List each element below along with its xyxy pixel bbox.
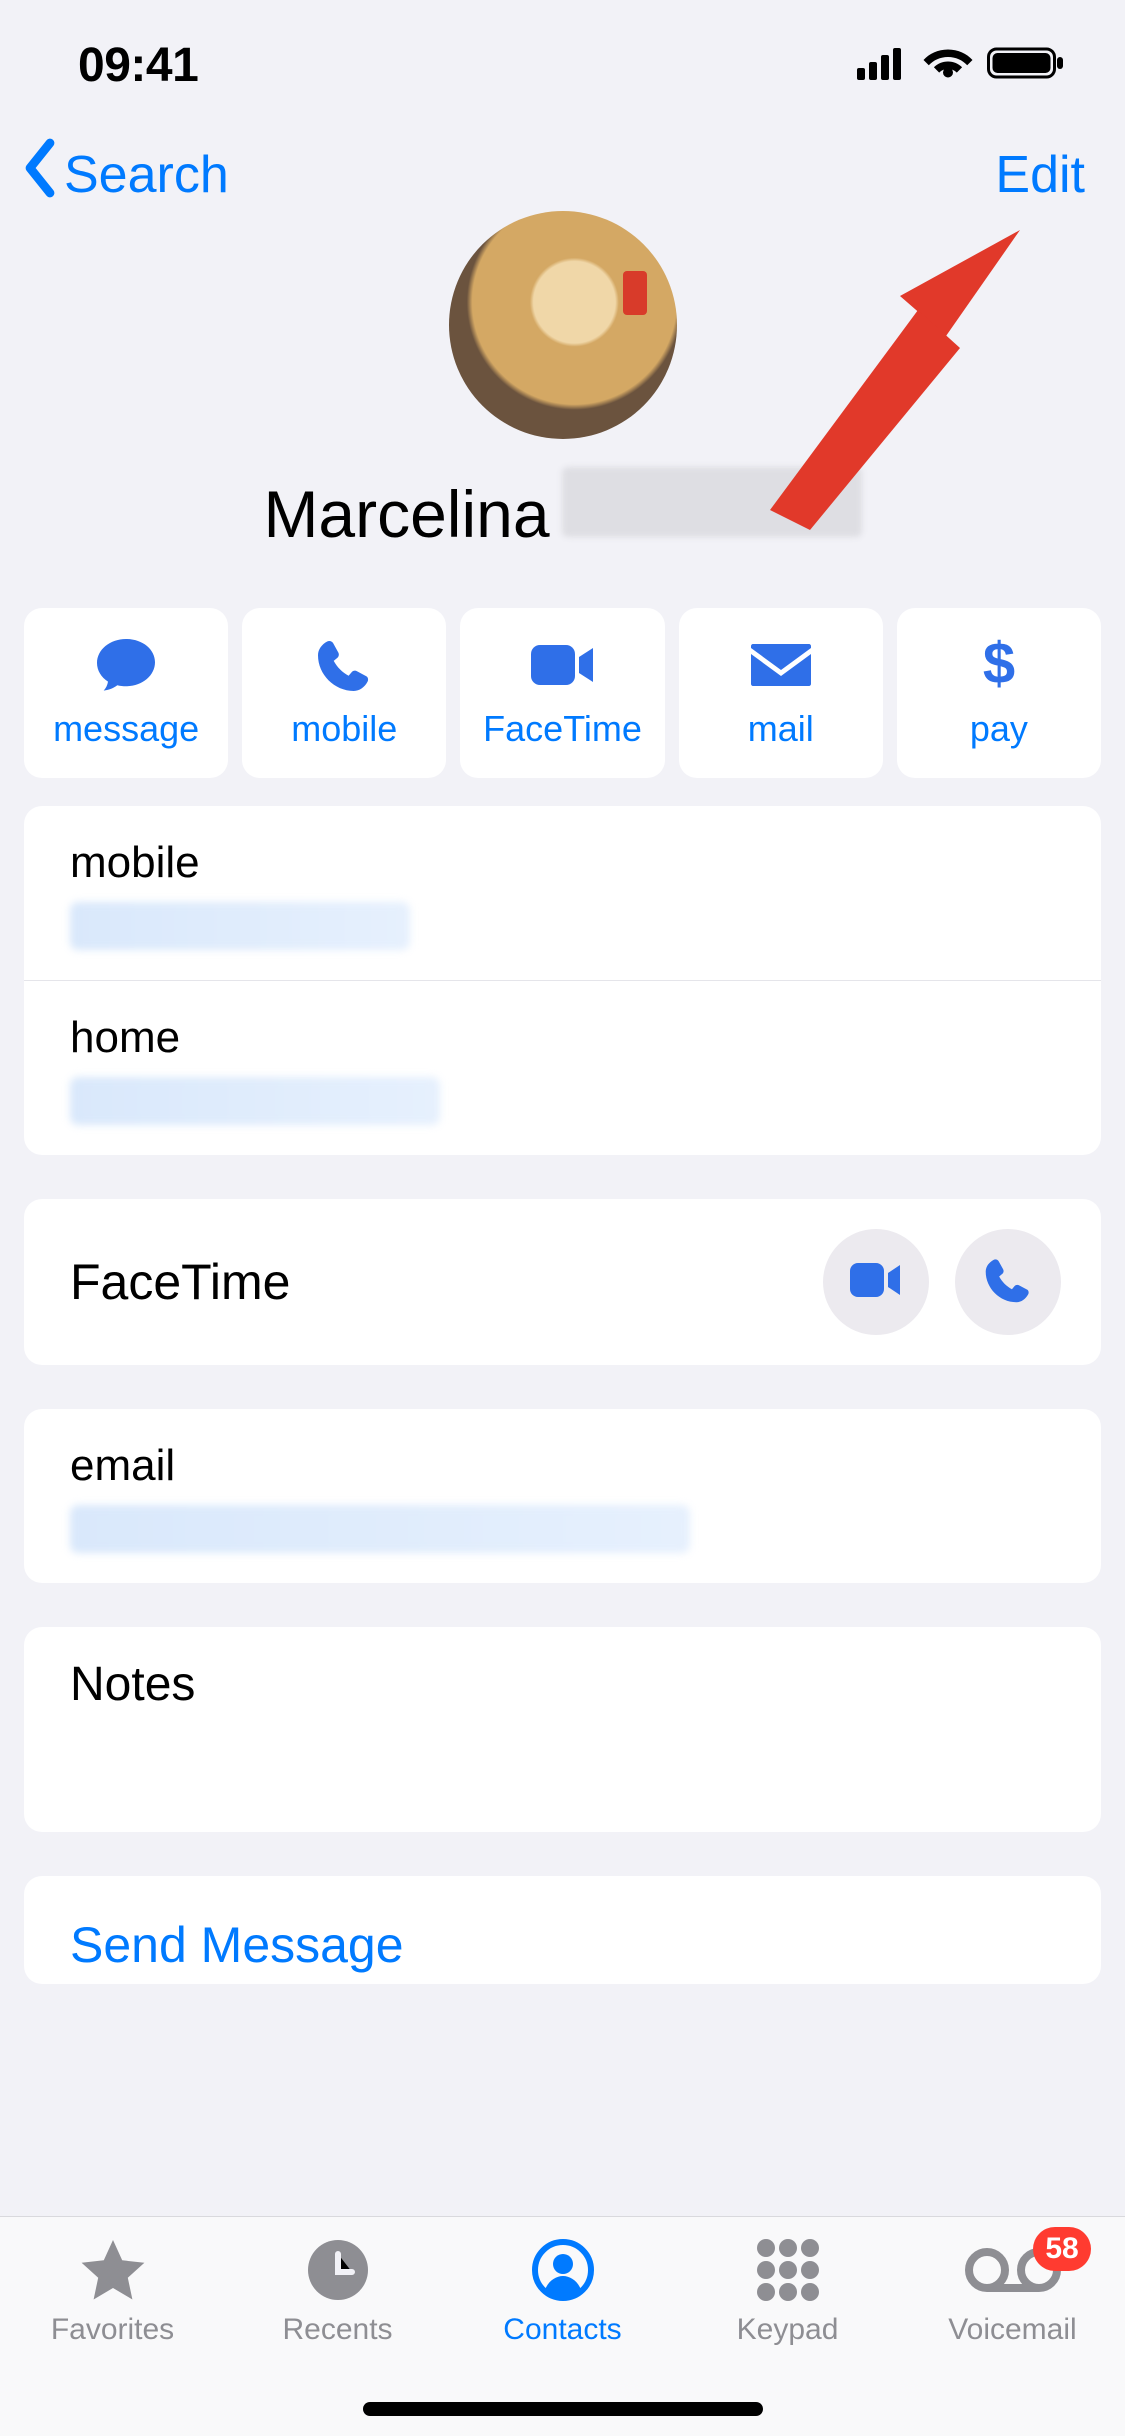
- phone-icon: [984, 1256, 1032, 1309]
- phone-icon: [316, 636, 372, 694]
- tab-recents-label: Recents: [282, 2313, 392, 2347]
- email-value-redacted: [70, 1505, 690, 1553]
- tab-voicemail-label: Voicemail: [948, 2313, 1076, 2347]
- facetime-card: FaceTime: [24, 1199, 1101, 1365]
- facetime-buttons: [823, 1229, 1061, 1335]
- facetime-audio-button[interactable]: [955, 1229, 1061, 1335]
- tab-recents[interactable]: Recents: [225, 2235, 450, 2347]
- contact-avatar[interactable]: [449, 211, 677, 439]
- facetime-row: FaceTime: [24, 1199, 1101, 1365]
- notes-row[interactable]: Notes: [24, 1627, 1101, 1832]
- action-mail-label: mail: [748, 708, 814, 750]
- dollar-icon: $: [980, 636, 1018, 694]
- tab-contacts-label: Contacts: [503, 2313, 621, 2347]
- battery-icon: [987, 45, 1065, 86]
- tab-contacts[interactable]: Contacts: [450, 2235, 675, 2347]
- facetime-video-button[interactable]: [823, 1229, 929, 1335]
- chevron-left-icon: [18, 138, 62, 211]
- keypad-icon: [755, 2235, 821, 2305]
- action-message-label: message: [53, 708, 199, 750]
- action-facetime-label: FaceTime: [483, 708, 642, 750]
- action-message[interactable]: message: [24, 608, 228, 778]
- email-card: email: [24, 1409, 1101, 1583]
- tab-keypad[interactable]: Keypad: [675, 2235, 900, 2347]
- edit-button[interactable]: Edit: [995, 145, 1085, 205]
- status-bar: 09:41: [0, 0, 1125, 130]
- action-pay-label: pay: [970, 708, 1028, 750]
- send-message-link: Send Message: [70, 1916, 1055, 1974]
- home-number-row[interactable]: home: [24, 980, 1101, 1155]
- action-mobile-label: mobile: [291, 708, 397, 750]
- tab-favorites[interactable]: Favorites: [0, 2235, 225, 2347]
- email-row[interactable]: email: [24, 1409, 1101, 1583]
- send-message-card: Send Message: [24, 1876, 1101, 1984]
- home-indicator[interactable]: [363, 2402, 763, 2416]
- contact-last-name-redacted: [562, 467, 862, 537]
- home-label: home: [70, 1013, 1055, 1063]
- message-icon: [95, 636, 157, 694]
- contact-name: Marcelina: [0, 467, 1125, 552]
- action-row: message mobile FaceTime mail $ pay: [0, 588, 1125, 806]
- back-label: Search: [64, 145, 229, 205]
- voicemail-badge: 58: [1033, 2227, 1091, 2271]
- notes-label: Notes: [70, 1657, 1055, 1712]
- facetime-label: FaceTime: [70, 1253, 290, 1311]
- action-facetime[interactable]: FaceTime: [460, 608, 664, 778]
- contact-header: Marcelina: [0, 211, 1125, 588]
- video-icon: [848, 1261, 904, 1304]
- wifi-icon: [923, 45, 973, 86]
- back-button[interactable]: Search: [18, 138, 229, 211]
- clock-icon: [306, 2235, 370, 2305]
- action-mail[interactable]: mail: [679, 608, 883, 778]
- tab-voicemail[interactable]: 58 Voicemail: [900, 2235, 1125, 2347]
- scroll-fade: [0, 2192, 1125, 2216]
- action-pay[interactable]: $ pay: [897, 608, 1101, 778]
- send-message-row[interactable]: Send Message: [24, 1876, 1101, 1984]
- home-value-redacted: [70, 1077, 440, 1125]
- star-icon: [78, 2235, 148, 2305]
- mail-icon: [749, 636, 813, 694]
- status-indicators: [857, 45, 1065, 86]
- svg-text:$: $: [983, 635, 1015, 695]
- video-icon: [529, 636, 597, 694]
- phone-numbers-card: mobile home: [24, 806, 1101, 1155]
- email-label: email: [70, 1441, 1055, 1491]
- contacts-icon: [531, 2235, 595, 2305]
- cellular-icon: [857, 46, 909, 85]
- tab-keypad-label: Keypad: [737, 2313, 839, 2347]
- mobile-value-redacted: [70, 902, 410, 950]
- mobile-label: mobile: [70, 838, 1055, 888]
- contact-first-name: Marcelina: [263, 476, 549, 552]
- notes-card: Notes: [24, 1627, 1101, 1832]
- mobile-number-row[interactable]: mobile: [24, 806, 1101, 980]
- tab-favorites-label: Favorites: [51, 2313, 174, 2347]
- action-mobile[interactable]: mobile: [242, 608, 446, 778]
- status-time: 09:41: [78, 38, 198, 93]
